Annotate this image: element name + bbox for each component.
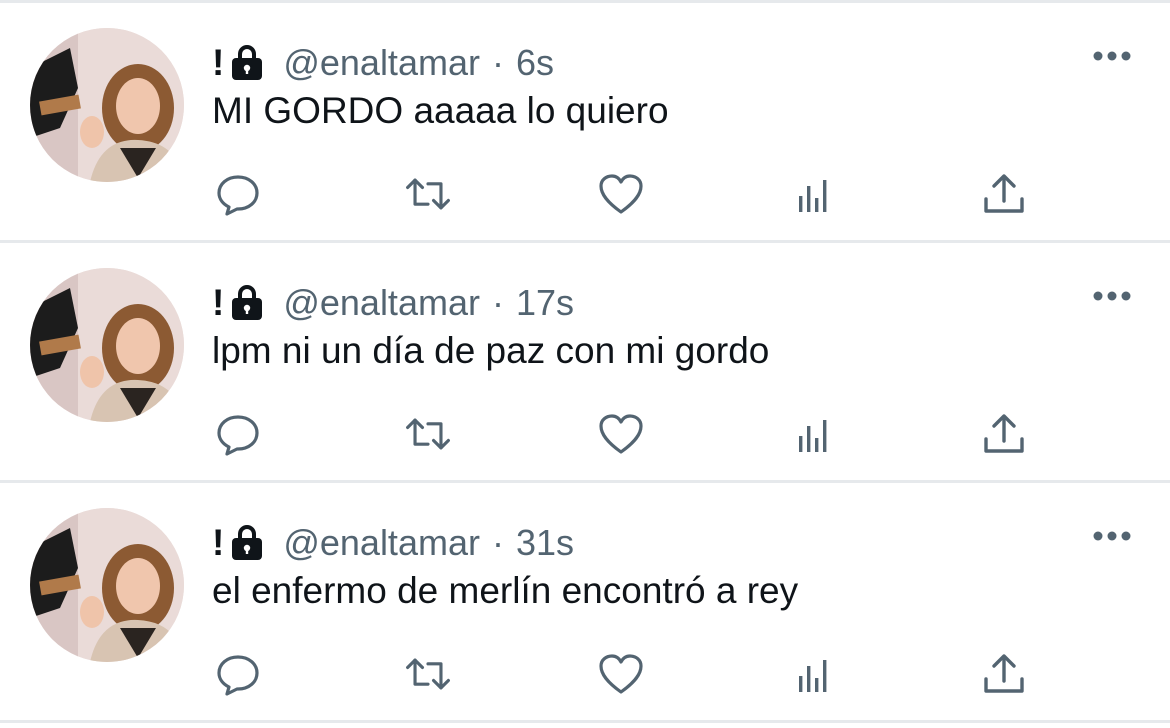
more-icon[interactable]	[1092, 529, 1132, 541]
views-icon	[799, 420, 827, 452]
retweet-button[interactable]	[403, 409, 453, 459]
action-bar	[0, 409, 1170, 459]
tweet-text: MI GORDO aaaaa lo quiero	[212, 90, 669, 131]
tweet[interactable]: ! @enaltamar · 31s el enfermo de merlín …	[0, 483, 1170, 720]
heart-icon	[599, 414, 643, 454]
avatar[interactable]	[30, 508, 184, 662]
more-icon[interactable]	[1092, 49, 1132, 61]
action-bar	[0, 169, 1170, 219]
divider	[0, 720, 1170, 723]
more-icon[interactable]	[1092, 289, 1132, 301]
share-icon	[984, 174, 1024, 213]
action-bar	[0, 649, 1170, 699]
share-icon	[984, 414, 1024, 453]
heart-icon	[599, 654, 643, 694]
separator: ·	[491, 522, 504, 563]
avatar[interactable]	[30, 28, 184, 182]
reply-button[interactable]	[213, 649, 263, 699]
like-button[interactable]	[596, 649, 646, 699]
tweet-text: lpm ni un día de paz con mi gordo	[212, 330, 770, 371]
views-button[interactable]	[787, 409, 837, 459]
tweet-text: el enfermo de merlín encontró a rey	[212, 570, 799, 611]
lock-icon	[230, 44, 264, 82]
reply-icon	[217, 175, 259, 216]
timestamp[interactable]: 31s	[516, 522, 574, 564]
display-name[interactable]: !	[212, 42, 224, 84]
display-name[interactable]: !	[212, 282, 224, 324]
retweet-button[interactable]	[403, 169, 453, 219]
handle[interactable]: @enaltamar	[283, 42, 480, 84]
share-icon	[984, 654, 1024, 693]
views-button[interactable]	[787, 169, 837, 219]
retweet-icon	[406, 178, 450, 210]
share-button[interactable]	[979, 409, 1029, 459]
like-button[interactable]	[596, 169, 646, 219]
heart-icon	[599, 174, 643, 214]
views-icon	[799, 660, 827, 692]
separator: ·	[491, 42, 504, 83]
reply-button[interactable]	[213, 169, 263, 219]
views-button[interactable]	[787, 649, 837, 699]
lock-icon	[230, 524, 264, 562]
share-button[interactable]	[979, 169, 1029, 219]
retweet-button[interactable]	[403, 649, 453, 699]
tweet-header: ! @enaltamar · 17s	[212, 279, 574, 327]
tweet-feed: ! @enaltamar · 6s MI GORDO aaaaa lo quie…	[0, 0, 1170, 728]
lock-icon	[230, 284, 264, 322]
tweet[interactable]: ! @enaltamar · 17s lpm ni un día de paz …	[0, 243, 1170, 480]
retweet-icon	[406, 658, 450, 690]
handle[interactable]: @enaltamar	[283, 282, 480, 324]
tweet-header: ! @enaltamar · 6s	[212, 39, 554, 87]
timestamp[interactable]: 17s	[516, 282, 574, 324]
share-button[interactable]	[979, 649, 1029, 699]
reply-icon	[217, 655, 259, 696]
timestamp[interactable]: 6s	[516, 42, 554, 84]
tweet[interactable]: ! @enaltamar · 6s MI GORDO aaaaa lo quie…	[0, 3, 1170, 240]
handle[interactable]: @enaltamar	[283, 522, 480, 564]
reply-icon	[217, 415, 259, 456]
tweet-header: ! @enaltamar · 31s	[212, 519, 574, 567]
avatar[interactable]	[30, 268, 184, 422]
views-icon	[799, 180, 827, 212]
separator: ·	[491, 282, 504, 323]
display-name[interactable]: !	[212, 522, 224, 564]
reply-button[interactable]	[213, 409, 263, 459]
like-button[interactable]	[596, 409, 646, 459]
retweet-icon	[406, 418, 450, 450]
